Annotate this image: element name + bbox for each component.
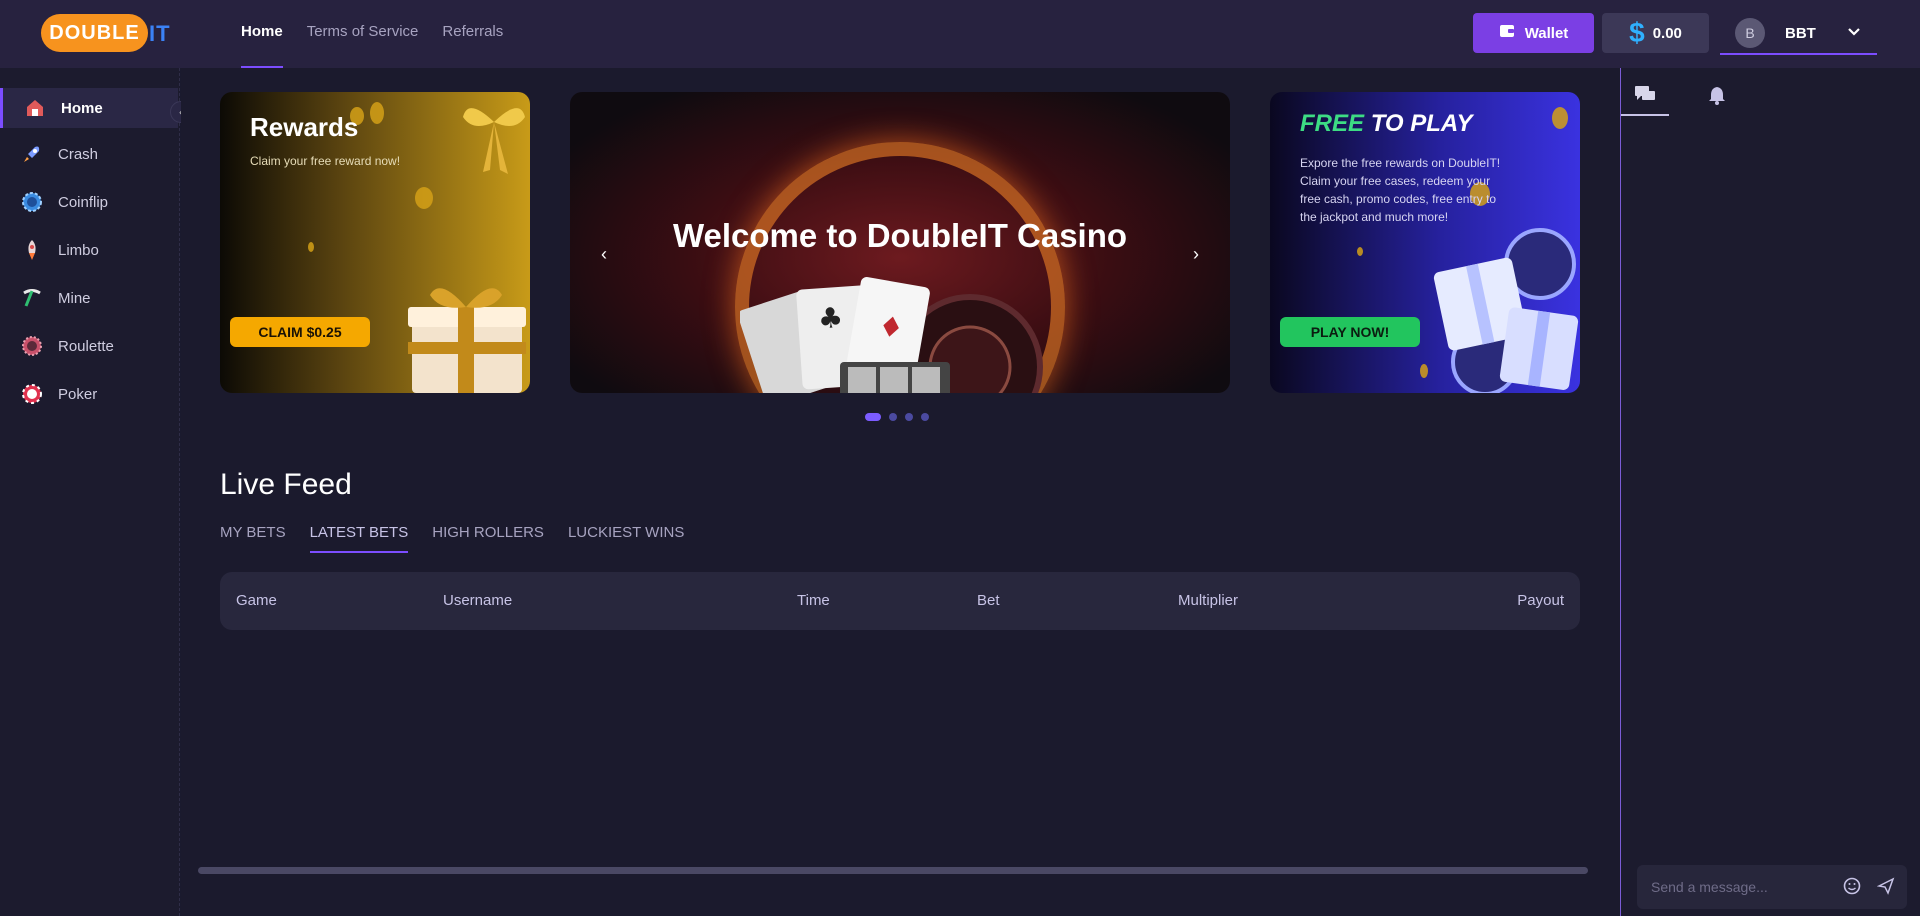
logo[interactable]: DOUBLE IT [41, 14, 175, 52]
pickaxe-icon [20, 286, 44, 310]
chevron-left-icon: ‹ [601, 243, 607, 264]
sidebar-item-crash[interactable]: Crash [0, 134, 178, 174]
logo-main: DOUBLE [41, 14, 148, 52]
carousel-prev-button[interactable]: ‹ [592, 242, 616, 266]
message-actions [1843, 877, 1895, 898]
main-content: Rewards Claim your free reward now! CLAI… [181, 68, 1620, 916]
column-bet: Bet [977, 592, 1000, 609]
claim-button[interactable]: CLAIM $0.25 [230, 317, 370, 347]
gift-boxes-icon [1433, 228, 1579, 393]
poker-chip-icon [20, 382, 44, 406]
free-to-play-banner[interactable]: FREE TO PLAY Expore the free rewards on … [1270, 92, 1580, 393]
home-icon [23, 96, 47, 120]
send-icon[interactable] [1876, 877, 1895, 898]
sidebar-item-label: Mine [58, 289, 91, 307]
rewards-title: Rewards [250, 112, 359, 142]
casino-cards-roulette-image: ♣ ♦ [740, 276, 1043, 393]
roulette-wheel-icon [20, 334, 44, 358]
sidebar-item-poker[interactable]: Poker [0, 374, 178, 414]
free-to-play-text: Expore the free rewards on DoubleIT! Cla… [1300, 156, 1501, 224]
wallet-button[interactable]: Wallet [1473, 13, 1594, 53]
coin-icon [20, 190, 44, 214]
sidebar: Home Crash Coinflip Limbo Mine Roulette [0, 68, 180, 916]
column-time: Time [797, 592, 830, 609]
column-payout: Payout [1517, 592, 1564, 609]
main-nav: Home Terms of Service Referrals [241, 0, 527, 68]
limbo-rocket-icon [20, 238, 44, 262]
ribbon-icon [463, 108, 525, 174]
tab-luckiest-wins[interactable]: LUCKIEST WINS [568, 523, 684, 553]
sidebar-item-roulette[interactable]: Roulette [0, 326, 178, 366]
message-input[interactable]: Send a message... [1637, 865, 1907, 909]
sidebar-item-label: Home [61, 99, 103, 117]
sidebar-item-label: Crash [58, 145, 99, 163]
carousel-dot-2[interactable] [889, 413, 897, 421]
live-feed-title: Live Feed [220, 468, 352, 501]
free-title-accent: FREE [1300, 110, 1365, 137]
column-username: Username [443, 592, 513, 609]
chat-icon [1634, 84, 1656, 109]
dollar-icon: $ [1629, 17, 1645, 48]
welcome-banner[interactable]: ♣ ♦ Welcome to DoubleIT Casino ‹ › [570, 92, 1230, 393]
play-now-button[interactable]: PLAY NOW! [1280, 317, 1420, 347]
avatar: B [1735, 18, 1765, 48]
nav-terms-of-service[interactable]: Terms of Service [307, 0, 419, 68]
message-placeholder: Send a message... [1651, 879, 1768, 895]
sidebar-item-label: Limbo [58, 241, 99, 259]
balance-value: 0.00 [1652, 24, 1682, 42]
rewards-subtitle: Claim your free reward now! [250, 154, 401, 168]
balance-display[interactable]: $ 0.00 [1602, 13, 1709, 53]
chevron-right-icon: › [1193, 243, 1199, 264]
rocket-icon [20, 142, 44, 166]
chat-panel: Send a message... [1620, 68, 1920, 916]
tab-chat[interactable] [1621, 78, 1669, 116]
tab-notifications[interactable] [1693, 78, 1741, 116]
carousel-next-button[interactable]: › [1184, 242, 1208, 266]
tab-latest-bets[interactable]: LATEST BETS [309, 523, 409, 553]
free-title-rest: TO PLAY [1370, 110, 1473, 137]
user-name: BBT [1785, 24, 1816, 42]
user-menu[interactable]: B BBT [1720, 13, 1877, 55]
carousel-dot-3[interactable] [905, 413, 913, 421]
sidebar-item-label: Roulette [58, 337, 114, 355]
bell-icon [1708, 85, 1726, 110]
column-multiplier: Multiplier [1178, 592, 1239, 609]
sidebar-item-label: Coinflip [58, 193, 109, 211]
nav-referrals[interactable]: Referrals [442, 0, 503, 68]
nav-home[interactable]: Home [241, 0, 283, 68]
live-feed-tabs: MY BETS LATEST BETS HIGH ROLLERS LUCKIES… [220, 523, 684, 553]
logo-suffix: IT [149, 21, 171, 46]
top-bar: DOUBLE IT Home Terms of Service Referral… [0, 0, 1920, 68]
welcome-title: Welcome to DoubleIT Casino [672, 217, 1128, 254]
emoji-icon[interactable] [1843, 877, 1861, 898]
sidebar-item-home[interactable]: Home [0, 88, 178, 128]
horizontal-scrollbar[interactable] [198, 867, 1588, 874]
bets-table-header: Game Username Time Bet Multiplier Payout [220, 572, 1580, 630]
tab-my-bets[interactable]: MY BETS [220, 523, 286, 553]
tab-high-rollers[interactable]: HIGH ROLLERS [432, 523, 544, 553]
free-to-play-title: FREE TO PLAY [1300, 110, 1472, 138]
gift-box-icon [408, 288, 526, 393]
svg-text:♣: ♣ [817, 301, 844, 336]
wallet-icon [1499, 23, 1515, 43]
sidebar-item-limbo[interactable]: Limbo [0, 230, 178, 270]
rewards-banner[interactable]: Rewards Claim your free reward now! CLAI… [220, 92, 530, 393]
sidebar-item-label: Poker [58, 385, 98, 403]
sidebar-item-mine[interactable]: Mine [0, 278, 178, 318]
sidebar-item-coinflip[interactable]: Coinflip [0, 182, 178, 222]
wallet-label: Wallet [1524, 24, 1569, 42]
carousel-dot-1[interactable] [865, 413, 881, 421]
carousel-dot-4[interactable] [921, 413, 929, 421]
column-game: Game [236, 592, 277, 609]
chevron-down-icon [1847, 24, 1861, 42]
carousel-dots [865, 413, 929, 421]
